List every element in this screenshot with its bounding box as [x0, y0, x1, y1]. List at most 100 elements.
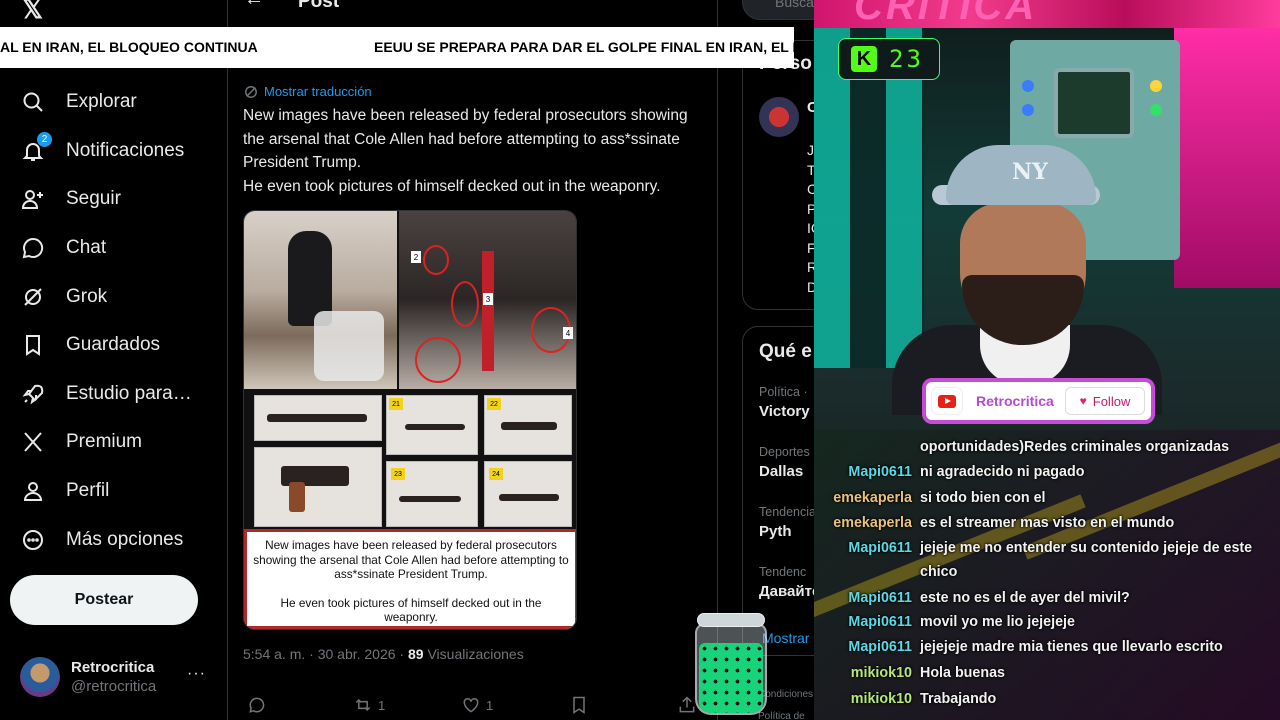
chat-text: si todo bien con el	[920, 490, 1046, 506]
chat-message: mikiok10 Trabajando	[814, 687, 1260, 711]
back-arrow-icon[interactable]: ←	[244, 0, 264, 11]
panel-title: Qué e	[759, 341, 812, 362]
follow-icon	[20, 186, 46, 212]
x-logo-icon	[20, 429, 46, 455]
views-count: 89	[408, 646, 424, 662]
evidence-knife: 23	[386, 461, 478, 527]
main-nav: Explorar 2 Notificaciones Seguir Chat Gr…	[0, 78, 228, 564]
chat-username	[814, 435, 912, 459]
nav-label: Premium	[66, 431, 143, 453]
evidence-pistol	[254, 447, 382, 527]
evidence-knife: 24	[484, 461, 572, 527]
avatar	[20, 657, 60, 697]
account-switcher[interactable]: Retrocritica @retrocritica ···	[20, 655, 220, 699]
translate-icon	[245, 85, 257, 98]
trend-item[interactable]: Política · Victory	[759, 385, 810, 420]
person-icon	[20, 478, 46, 504]
show-more-link[interactable]: Mostrar	[762, 630, 809, 646]
chat-username: emekaperla	[833, 515, 912, 531]
trend-name: Dallas	[759, 463, 804, 480]
news-ticker: AL EN IRAN, EL BLOQUEO CONTINUA EEUU SE …	[0, 27, 794, 68]
jar-overlay	[695, 613, 767, 715]
chat-text: este no es el de ayer del mivil?	[920, 590, 1130, 606]
pink-wall	[1174, 28, 1280, 288]
avatar[interactable]	[759, 97, 799, 137]
nav-bookmarks[interactable]: Guardados	[0, 321, 228, 370]
trend-category: Tendencia	[759, 505, 816, 519]
repost-button[interactable]: 1	[353, 695, 385, 715]
bookmark-button[interactable]	[569, 695, 589, 715]
trend-name: Давайте	[759, 583, 821, 600]
chat-text: oportunidades)Redes criminales organizad…	[920, 439, 1230, 455]
chat-message: emekaperla si todo bien con el	[814, 486, 1260, 510]
like-button[interactable]: 1	[461, 695, 493, 715]
nav-label: Perfil	[66, 480, 110, 502]
chat-username: mikiok10	[850, 691, 912, 707]
chat-message: emekaperla es el streamer mas visto en e…	[814, 511, 1260, 535]
ticker-item: AL EN IRAN, EL BLOQUEO CONTINUA	[0, 39, 258, 55]
chat-message: oportunidades)Redes criminales organizad…	[814, 435, 1260, 459]
bags-figure	[314, 311, 384, 381]
highlight-circle	[451, 281, 479, 327]
bookmark-icon	[573, 696, 585, 714]
chat-username: emekaperla	[833, 490, 912, 506]
nav-follow[interactable]: Seguir	[0, 175, 228, 224]
reply-button[interactable]	[247, 695, 272, 715]
grok-icon	[20, 284, 46, 310]
tweet-actions: 1 1	[243, 692, 703, 718]
evidence-knife: 22	[484, 395, 572, 455]
trend-item[interactable]: Tendenc Давайте	[759, 565, 820, 600]
neon-banner-text: CRITICA	[854, 0, 1038, 28]
follow-card: Retrocritica ♥ Follow	[922, 378, 1155, 424]
nav-profile[interactable]: Perfil	[0, 467, 228, 516]
nav-more-options[interactable]: Más opciones	[0, 515, 228, 564]
nav-label: Grok	[66, 285, 108, 307]
rocket-icon	[20, 381, 46, 407]
evidence-marker: 4	[563, 327, 573, 339]
account-more-icon[interactable]: ···	[187, 665, 206, 683]
chat-username: Mapi0611	[848, 614, 912, 630]
evidence-tag: 24	[489, 468, 503, 480]
nav-label: Estudio para creadores	[66, 382, 194, 404]
account-name: Retrocritica	[71, 659, 155, 676]
robot-light	[1150, 80, 1162, 92]
timestamp[interactable]: 5:54 a. m. · 30 abr. 2026 ·	[243, 646, 408, 662]
selfie-photo-right: 2 3 4	[399, 211, 576, 389]
caption-line: He even took pictures of himself decked …	[280, 595, 542, 625]
evidence-marker: 3	[483, 293, 493, 305]
tweet-media[interactable]: 2 3 4 21 22 23 24 New images have been r…	[243, 210, 577, 630]
nav-notifications[interactable]: 2 Notificaciones	[0, 127, 228, 176]
image-caption: New images have been released by federal…	[244, 529, 576, 629]
x-logo[interactable]: 𝕏	[22, 0, 43, 25]
trend-name: Victory	[759, 403, 810, 420]
nav-label: Notificaciones	[66, 139, 185, 161]
chat-text: jejejeje madre mia tienes que llevarlo e…	[920, 639, 1223, 655]
heart-icon: ♥	[1079, 394, 1087, 408]
chat-message: Mapi0611 ni agradecido ni pagado	[814, 460, 1260, 484]
trend-item[interactable]: Tendencia Pyth	[759, 505, 816, 540]
chat-text: jejeje me no entender su contenido jejej…	[920, 540, 1253, 580]
nav-label: Guardados	[66, 334, 161, 356]
nav-label: Seguir	[66, 188, 121, 210]
nav-creator-studio[interactable]: Estudio para creadores	[0, 370, 228, 419]
chat-username: mikiok10	[850, 665, 912, 681]
left-sidebar: 𝕏 Explorar 2 Notificaciones Seguir Chat …	[0, 0, 228, 720]
highlight-circle	[415, 337, 461, 383]
nav-grok[interactable]: Grok	[0, 272, 228, 321]
show-translation-link[interactable]: Mostrar traducción	[244, 84, 372, 99]
post-button[interactable]: Postear	[10, 575, 198, 625]
page-title: Post	[298, 0, 340, 12]
share-button[interactable]	[677, 695, 697, 715]
stream-overlay: CRITICA K 23 NY Retrocritica ♥ Follow op…	[814, 0, 1280, 720]
trend-item[interactable]: Deportes Dallas	[759, 445, 810, 480]
robot-light	[1022, 80, 1034, 92]
radar-screen	[1054, 68, 1134, 138]
follow-button[interactable]: ♥ Follow	[1065, 387, 1145, 415]
account-handle: @retrocritica	[71, 678, 157, 695]
nav-chat[interactable]: Chat	[0, 224, 228, 273]
nav-label: Más opciones	[66, 528, 184, 550]
channel-name: Retrocritica	[976, 393, 1054, 409]
nav-premium[interactable]: Premium	[0, 418, 228, 467]
account-text: Retrocritica @retrocritica	[71, 659, 156, 695]
nav-explore[interactable]: Explorar	[0, 78, 228, 127]
